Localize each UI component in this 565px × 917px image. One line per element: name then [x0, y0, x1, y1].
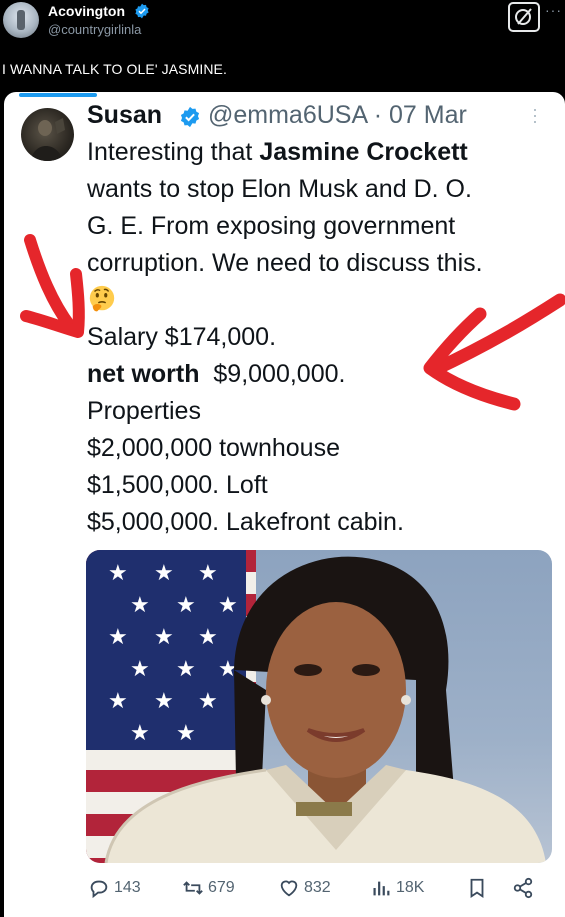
tweet-intro: Interesting that: [87, 138, 260, 166]
grok-icon: [515, 8, 532, 25]
tweet-line-2: wants to stop Elon Musk and D. O.: [87, 175, 472, 203]
tweet-line-emoji: [87, 282, 557, 319]
analytics-icon: [373, 881, 390, 896]
tab-indicator: [19, 93, 97, 97]
outer-author-avatar[interactable]: [3, 2, 39, 38]
tweet-photo[interactable]: ★ ★ ★ ★ ★ ★ ★ ★ ★ ★ ★ ★ ★ ★ ★ ★ ★: [86, 550, 552, 863]
svg-text:★: ★: [176, 657, 196, 682]
outer-post-header: Acovington @countrygirlinla ···: [0, 0, 565, 50]
net-worth-label: net worth: [87, 360, 200, 388]
svg-text:★: ★: [154, 689, 174, 714]
reply-button[interactable]: 143: [88, 876, 141, 900]
svg-text:★: ★: [154, 561, 174, 586]
like-count: 832: [304, 879, 331, 896]
reply-icon: [90, 880, 108, 899]
outer-author-handle[interactable]: @countrygirlinla: [48, 22, 141, 37]
outer-post-text: I WANNA TALK TO OLE' JASMINE.: [2, 61, 227, 77]
more-icon[interactable]: ···: [545, 2, 562, 18]
embedded-tweet-card: Susan @emma6USA · 07 Mar · · · Interesting…: [4, 92, 565, 917]
tweet-line-property-3: $5,000,000. Lakefront cabin.: [87, 508, 404, 536]
heart-icon: [280, 880, 298, 897]
svg-text:★: ★: [198, 561, 218, 586]
repost-button[interactable]: 679: [182, 876, 235, 900]
svg-text:★: ★: [176, 593, 196, 618]
tweet-line-net-worth: net worth $9,000,000.: [87, 356, 557, 393]
svg-text:★: ★: [108, 561, 128, 586]
tweet-author-name[interactable]: Susan: [87, 101, 162, 130]
tweet-line-3: G. E. From exposing government: [87, 212, 456, 240]
svg-text:★: ★: [130, 593, 150, 618]
thinking-face-icon: [89, 285, 115, 312]
tweet-line-property-1: $2,000,000 townhouse: [87, 434, 340, 462]
svg-text:★: ★: [218, 593, 238, 618]
views-count: 18K: [396, 879, 425, 896]
outer-author-name[interactable]: Acovington: [48, 3, 125, 19]
tweet-action-bar: 143 679 832 18K: [4, 872, 565, 908]
portrait-photo-icon: ★ ★ ★ ★ ★ ★ ★ ★ ★ ★ ★ ★ ★ ★ ★ ★ ★: [86, 550, 546, 863]
svg-text:★: ★: [130, 657, 150, 682]
svg-text:★: ★: [198, 625, 218, 650]
tweet-text: Interesting that Jasmine Crockett wants …: [87, 134, 557, 541]
grok-button[interactable]: [508, 2, 540, 32]
avatar[interactable]: [21, 108, 74, 161]
share-icon: [513, 877, 533, 899]
share-button[interactable]: [512, 876, 534, 900]
verified-badge-icon: [135, 3, 149, 19]
svg-text:★: ★: [198, 689, 218, 714]
svg-text:★: ★: [108, 625, 128, 650]
svg-text:★: ★: [130, 721, 150, 746]
tweet-intro-bold: Jasmine Crockett: [259, 138, 468, 166]
views-button[interactable]: 18K: [370, 876, 424, 900]
tweet-line-property-2: $1,500,000. Loft: [87, 471, 268, 499]
reply-count: 143: [114, 879, 141, 896]
date-separator: ·: [373, 101, 383, 129]
tweet-line-properties: Properties: [87, 397, 201, 425]
bookmark-button[interactable]: [466, 876, 488, 900]
bookmark-icon: [470, 878, 484, 898]
tweet-line-salary: Salary $174,000.: [87, 323, 277, 351]
tweet-author-handle-date[interactable]: @emma6USA · 07 Mar: [208, 101, 467, 130]
net-worth-value: $9,000,000.: [199, 360, 346, 388]
tweet-line-4: corruption. We need to discuss this.: [87, 249, 483, 277]
svg-text:★: ★: [154, 625, 174, 650]
tweet-line-1: Interesting that Jasmine Crockett: [87, 134, 557, 171]
tweet-date[interactable]: 07 Mar: [389, 101, 467, 129]
repost-icon: [183, 881, 203, 895]
svg-text:★: ★: [108, 689, 128, 714]
svg-text:★: ★: [176, 721, 196, 746]
verified-badge-icon: [180, 106, 200, 128]
more-icon[interactable]: ···: [532, 100, 538, 130]
repost-count: 679: [208, 879, 235, 896]
like-button[interactable]: 832: [278, 876, 331, 900]
tweet-author-handle[interactable]: @emma6USA: [208, 101, 367, 129]
avatar-figure-icon: [31, 118, 65, 161]
